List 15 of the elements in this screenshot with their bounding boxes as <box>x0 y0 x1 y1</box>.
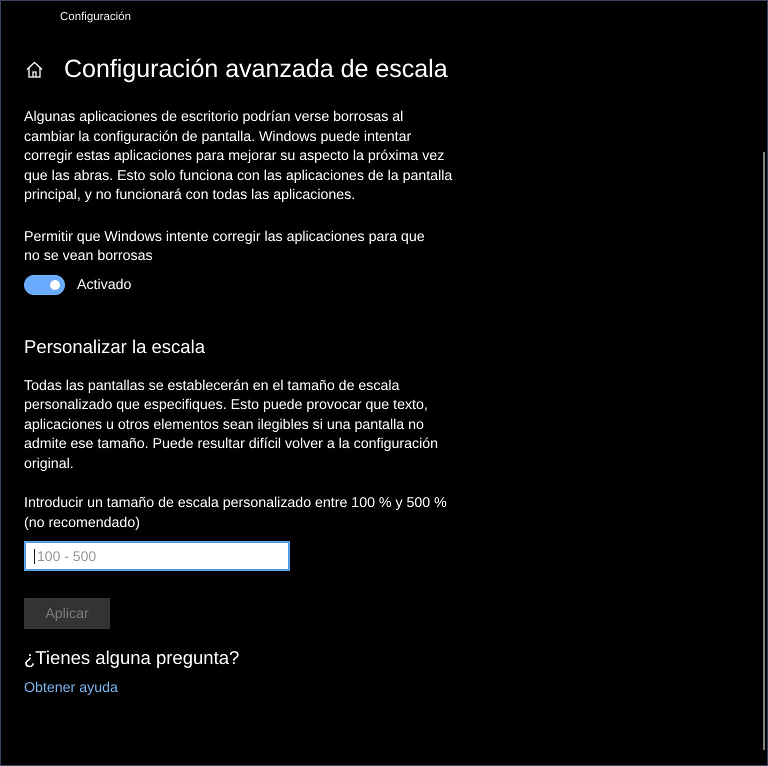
description-text: Algunas aplicaciones de escritorio podrían verse borrosas al cambiar la configuración de pantalla. Windows puede intentar corregir estas aplicaciones para mejorar su aspecto la próxima vez que las abras. Esto solo funciona con las aplicaciones de la pantalla principal, y no funcionará con todas las aplicaciones. <box>24 108 454 205</box>
scrollbar-thumb[interactable] <box>763 152 765 750</box>
toggle-state-text: Activado <box>77 276 132 292</box>
section-title: Personalizar la escala <box>24 334 205 358</box>
scale-input-field[interactable]: 100 - 500 <box>24 541 290 571</box>
description-text: Todas las pantallas se establecerán en el tamaño de escala personalizado que especifiques. Esto puede provocar que texto, aplicaciones u otros elementos sean ilegibles si una pantalla no admite ese tamaño. Puede resultar difícil volver a la configuración original. <box>24 376 440 474</box>
home-icon[interactable] <box>26 60 43 78</box>
help-link[interactable]: Obtener ayuda <box>24 678 118 698</box>
toggle-label: Permitir que Windows intente corregir las aplicaciones para que no se vean borrosas <box>24 228 426 266</box>
field-label: Introducir un tamaño de escala personalizado entre 100 % y 500 % (no recomendado) <box>24 494 448 532</box>
page-title: Configuración avanzada de escala <box>64 54 448 85</box>
window-title: Configuración <box>60 10 131 22</box>
toggle-switch[interactable] <box>24 274 65 294</box>
text-cursor-icon <box>34 549 35 564</box>
section-title: ¿Tienes alguna pregunta? <box>24 646 240 670</box>
